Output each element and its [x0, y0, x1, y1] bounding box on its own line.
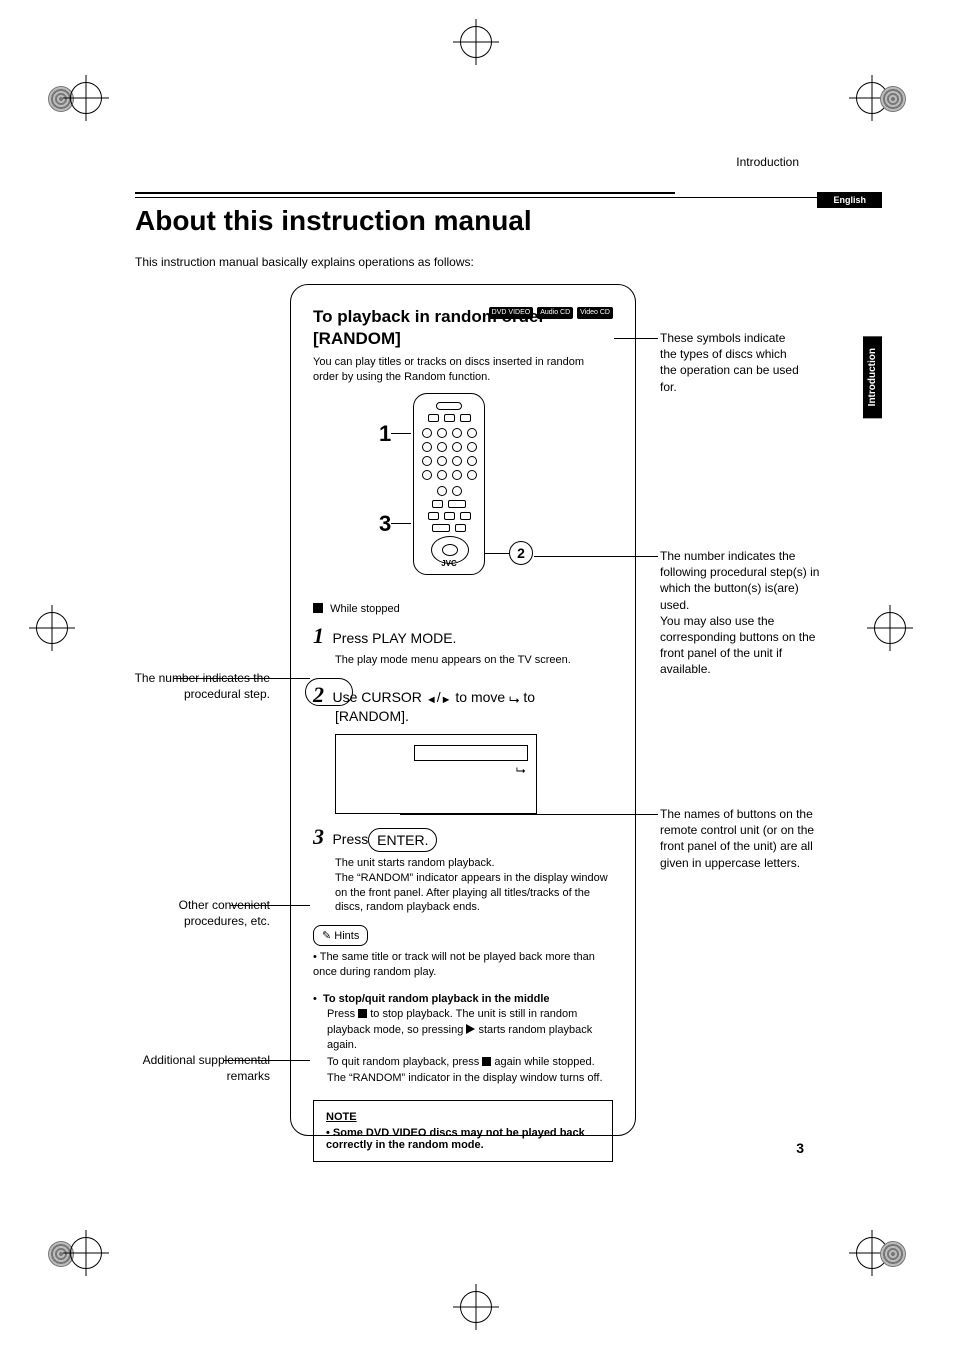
example-panel: To playback in random order [RANDOM] DVD…	[290, 284, 636, 1136]
lead-line	[400, 814, 658, 815]
center-mark	[460, 26, 494, 60]
lead-line	[614, 338, 658, 339]
page-title: About this instruction manual	[135, 205, 532, 237]
annot-hints: Other convenient procedures, etc.	[120, 897, 270, 929]
remote-callout-bubble-2: 2	[509, 541, 533, 565]
rule	[135, 192, 675, 194]
crop-mark	[862, 76, 906, 120]
lead-line	[534, 556, 658, 557]
crop-mark	[48, 76, 92, 120]
note-title: NOTE	[326, 1111, 600, 1123]
stop-quit-block: • To stop/quit random playback in the mi…	[313, 992, 613, 1086]
annot-symbols: These symbols indicate the types of disc…	[660, 330, 800, 395]
disc-badge: Audio CD	[537, 307, 573, 319]
enter-button-highlight: ENTER.	[368, 828, 437, 852]
example-heading-2: [RANDOM]	[313, 329, 613, 349]
intro-text: This instruction manual basically explai…	[135, 255, 474, 269]
annot-button-names: The names of buttons on the remote contr…	[660, 806, 820, 871]
remote-callout-1: 1	[379, 421, 391, 447]
note-box: NOTE • Some DVD VIDEO discs may not be p…	[313, 1100, 613, 1162]
rule-thin	[135, 197, 820, 198]
precondition: While stopped	[313, 603, 613, 615]
remote-brand: JVC	[414, 559, 484, 568]
annot-bubble: The number indicates the following proce…	[660, 548, 820, 678]
language-badge: English	[817, 192, 882, 208]
tv-screen-diagram: ⮡	[335, 734, 537, 814]
annot-note: Additional supplemental remarks	[120, 1052, 270, 1084]
hints-block: ✎ Hints • The same title or track will n…	[313, 925, 613, 980]
annot-step-number: The number indicates the procedural step…	[120, 670, 270, 702]
disc-badges: DVD VIDEO Audio CD Video CD	[489, 307, 613, 319]
side-mark	[36, 612, 80, 656]
step-3: 3 Press ENTER. The unit starts random pl…	[313, 824, 613, 916]
step-2: 2 Use CURSOR ◄/► to move ⮡ to [RANDOM]. …	[313, 682, 613, 814]
disc-badge: DVD VIDEO	[489, 307, 534, 319]
crop-mark	[862, 1231, 906, 1275]
step-1: 1 Press PLAY MODE. The play mode menu ap…	[313, 623, 613, 668]
lead-line	[230, 905, 310, 906]
side-mark	[874, 612, 918, 656]
lead-line	[224, 1060, 310, 1061]
example-description: You can play titles or tracks on discs i…	[313, 355, 603, 385]
lead-line	[174, 678, 310, 679]
step-2-highlight-oval	[305, 678, 353, 706]
remote-control-diagram: JVC	[413, 393, 485, 575]
section-label: Introduction	[736, 155, 799, 169]
hints-label: ✎ Hints	[313, 925, 368, 946]
center-mark	[460, 1291, 494, 1325]
page-number: 3	[796, 1140, 804, 1156]
remote-callout-3: 3	[379, 511, 391, 537]
disc-badge: Video CD	[577, 307, 613, 319]
side-tab: Introduction	[863, 336, 882, 418]
crop-mark	[48, 1231, 92, 1275]
